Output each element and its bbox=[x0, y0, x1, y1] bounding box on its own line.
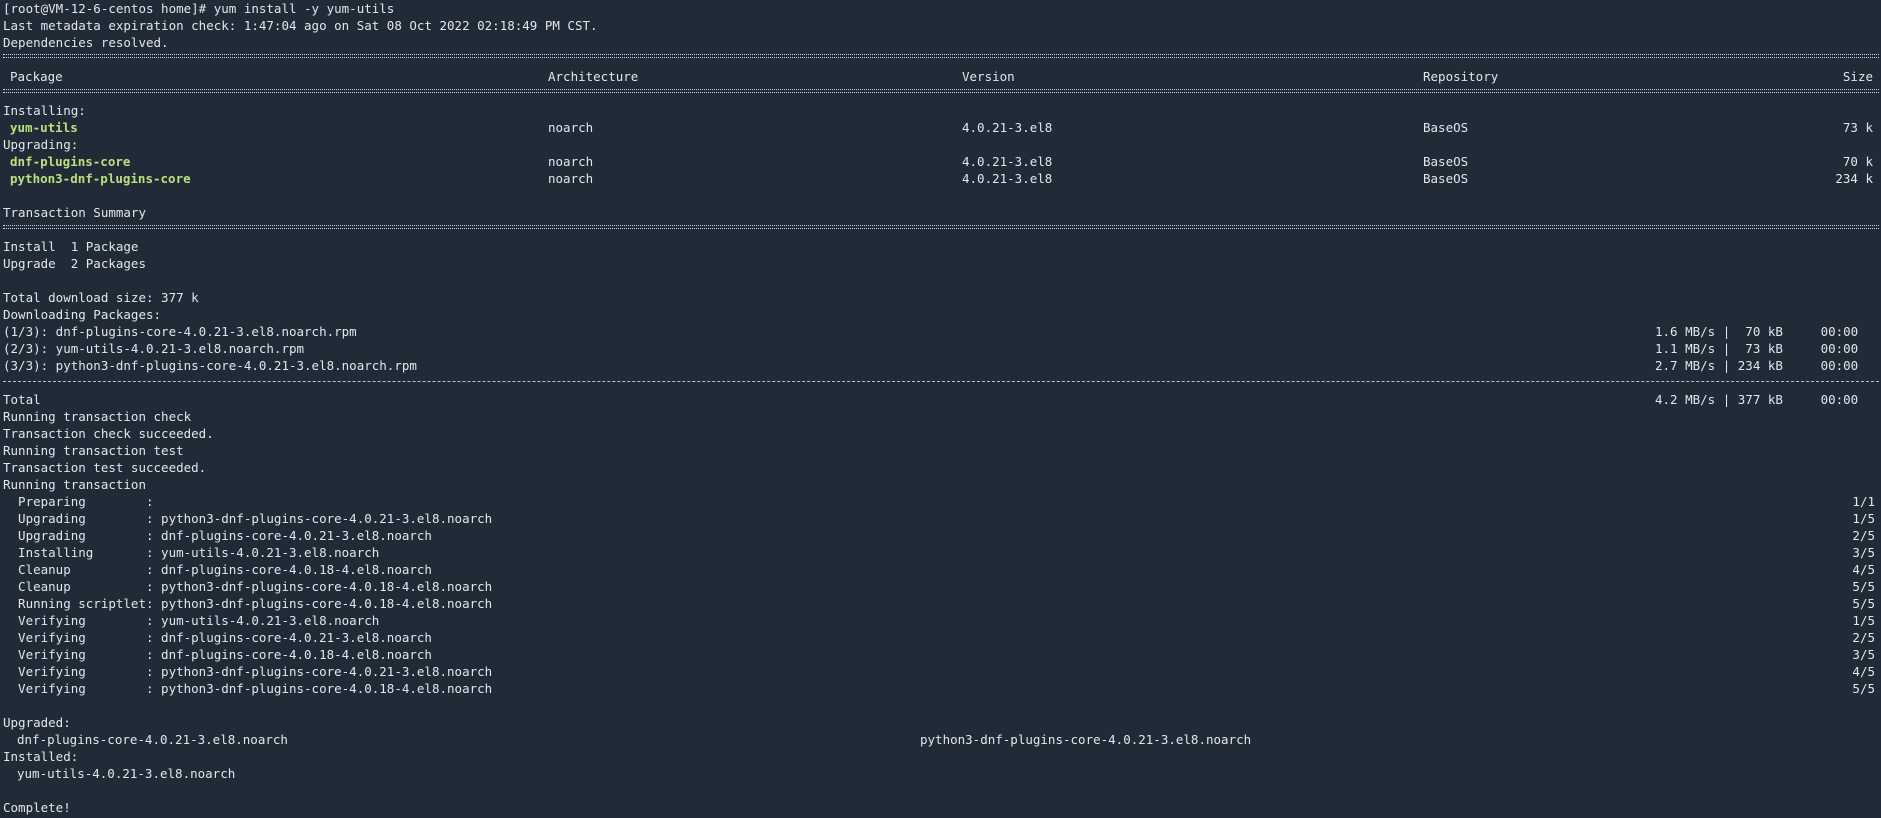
download-line: (3/3): python3-dnf-plugins-core-4.0.21-3… bbox=[3, 358, 417, 373]
package-size: 70 k bbox=[1842, 154, 1873, 169]
header-version: Version bbox=[962, 69, 1015, 84]
install-summary: Install 1 Package bbox=[3, 239, 139, 254]
step-count: 1/1 bbox=[1852, 494, 1875, 509]
status-line: Transaction test succeeded. bbox=[3, 460, 207, 475]
transaction-step: Verifying : dnf-plugins-core-4.0.21-3.el… bbox=[3, 630, 432, 645]
command-prompt-line: [root@VM-12-6-centos home]# yum install … bbox=[3, 1, 395, 16]
upgraded-item: dnf-plugins-core-4.0.21-3.el8.noarch bbox=[17, 732, 288, 747]
package-repo: BaseOS bbox=[1423, 171, 1469, 186]
transaction-step: Verifying : python3-dnf-plugins-core-4.0… bbox=[3, 681, 493, 696]
download-line: (2/3): yum-utils-4.0.21-3.el8.noarch.rpm bbox=[3, 341, 305, 356]
package-arch: noarch bbox=[548, 171, 594, 186]
separator-double bbox=[3, 54, 1879, 58]
step-count: 1/5 bbox=[1852, 511, 1875, 526]
package-name: python3-dnf-plugins-core bbox=[10, 171, 191, 186]
installed-label: Installed: bbox=[3, 749, 79, 764]
metadata-line: Last metadata expiration check: 1:47:04 … bbox=[3, 18, 598, 33]
step-count: 1/5 bbox=[1852, 613, 1875, 628]
package-size: 73 k bbox=[1842, 120, 1873, 135]
package-version: 4.0.21-3.el8 bbox=[962, 120, 1053, 135]
transaction-step: Verifying : python3-dnf-plugins-core-4.0… bbox=[3, 664, 493, 679]
dependencies-line: Dependencies resolved. bbox=[3, 35, 169, 50]
step-count: 3/5 bbox=[1852, 647, 1875, 662]
step-count: 4/5 bbox=[1852, 562, 1875, 577]
status-line: Transaction check succeeded. bbox=[3, 426, 214, 441]
upgrading-label: Upgrading: bbox=[3, 137, 79, 152]
separator-double bbox=[3, 225, 1879, 229]
transaction-step: Running scriptlet: python3-dnf-plugins-c… bbox=[3, 596, 493, 611]
transaction-summary-label: Transaction Summary bbox=[3, 205, 146, 220]
status-line: Running transaction bbox=[3, 477, 146, 492]
complete-line: Complete! bbox=[3, 800, 71, 815]
installed-item: yum-utils-4.0.21-3.el8.noarch bbox=[17, 766, 236, 781]
status-line: Running transaction check bbox=[3, 409, 192, 424]
header-architecture: Architecture bbox=[548, 69, 639, 84]
download-stats: 1.6 MB/s | 70 kB 00:00 bbox=[1655, 324, 1859, 339]
package-repo: BaseOS bbox=[1423, 154, 1469, 169]
step-count: 3/5 bbox=[1852, 545, 1875, 560]
transaction-step: Verifying : yum-utils-4.0.21-3.el8.noarc… bbox=[3, 613, 380, 628]
package-version: 4.0.21-3.el8 bbox=[962, 171, 1053, 186]
transaction-step: Upgrading : dnf-plugins-core-4.0.21-3.el… bbox=[3, 528, 432, 543]
upgrade-summary: Upgrade 2 Packages bbox=[3, 256, 146, 271]
header-size: Size bbox=[1842, 69, 1873, 84]
installing-label: Installing: bbox=[3, 103, 86, 118]
separator-single bbox=[3, 381, 1879, 382]
transaction-step: Upgrading : python3-dnf-plugins-core-4.0… bbox=[3, 511, 493, 526]
transaction-step: Cleanup : dnf-plugins-core-4.0.18-4.el8.… bbox=[3, 562, 432, 577]
package-repo: BaseOS bbox=[1423, 120, 1469, 135]
upgraded-item: python3-dnf-plugins-core-4.0.21-3.el8.no… bbox=[920, 732, 1252, 747]
downloading-label: Downloading Packages: bbox=[3, 307, 162, 322]
download-stats: 1.1 MB/s | 73 kB 00:00 bbox=[1655, 341, 1859, 356]
step-count: 5/5 bbox=[1852, 596, 1875, 611]
package-name: yum-utils bbox=[10, 120, 78, 135]
package-arch: noarch bbox=[548, 154, 594, 169]
total-download-size: Total download size: 377 k bbox=[3, 290, 199, 305]
package-version: 4.0.21-3.el8 bbox=[962, 154, 1053, 169]
transaction-step: Installing : yum-utils-4.0.21-3.el8.noar… bbox=[3, 545, 380, 560]
package-arch: noarch bbox=[548, 120, 594, 135]
header-package: Package bbox=[10, 69, 63, 84]
download-stats: 2.7 MB/s | 234 kB 00:00 bbox=[1655, 358, 1859, 373]
separator-double bbox=[3, 89, 1879, 93]
status-line: Running transaction test bbox=[3, 443, 184, 458]
transaction-step: Cleanup : python3-dnf-plugins-core-4.0.1… bbox=[3, 579, 493, 594]
step-count: 2/5 bbox=[1852, 630, 1875, 645]
package-size: 234 k bbox=[1835, 171, 1873, 186]
step-count: 5/5 bbox=[1852, 681, 1875, 696]
terminal-window[interactable]: [root@VM-12-6-centos home]# yum install … bbox=[0, 0, 1881, 818]
total-stats: 4.2 MB/s | 377 kB 00:00 bbox=[1655, 392, 1859, 407]
transaction-step: Verifying : dnf-plugins-core-4.0.18-4.el… bbox=[3, 647, 432, 662]
step-count: 2/5 bbox=[1852, 528, 1875, 543]
total-label: Total bbox=[3, 392, 41, 407]
step-count: 4/5 bbox=[1852, 664, 1875, 679]
package-name: dnf-plugins-core bbox=[10, 154, 131, 169]
upgraded-label: Upgraded: bbox=[3, 715, 71, 730]
step-count: 5/5 bbox=[1852, 579, 1875, 594]
download-line: (1/3): dnf-plugins-core-4.0.21-3.el8.noa… bbox=[3, 324, 357, 339]
transaction-step: Preparing : bbox=[3, 494, 154, 509]
header-repository: Repository bbox=[1423, 69, 1499, 84]
